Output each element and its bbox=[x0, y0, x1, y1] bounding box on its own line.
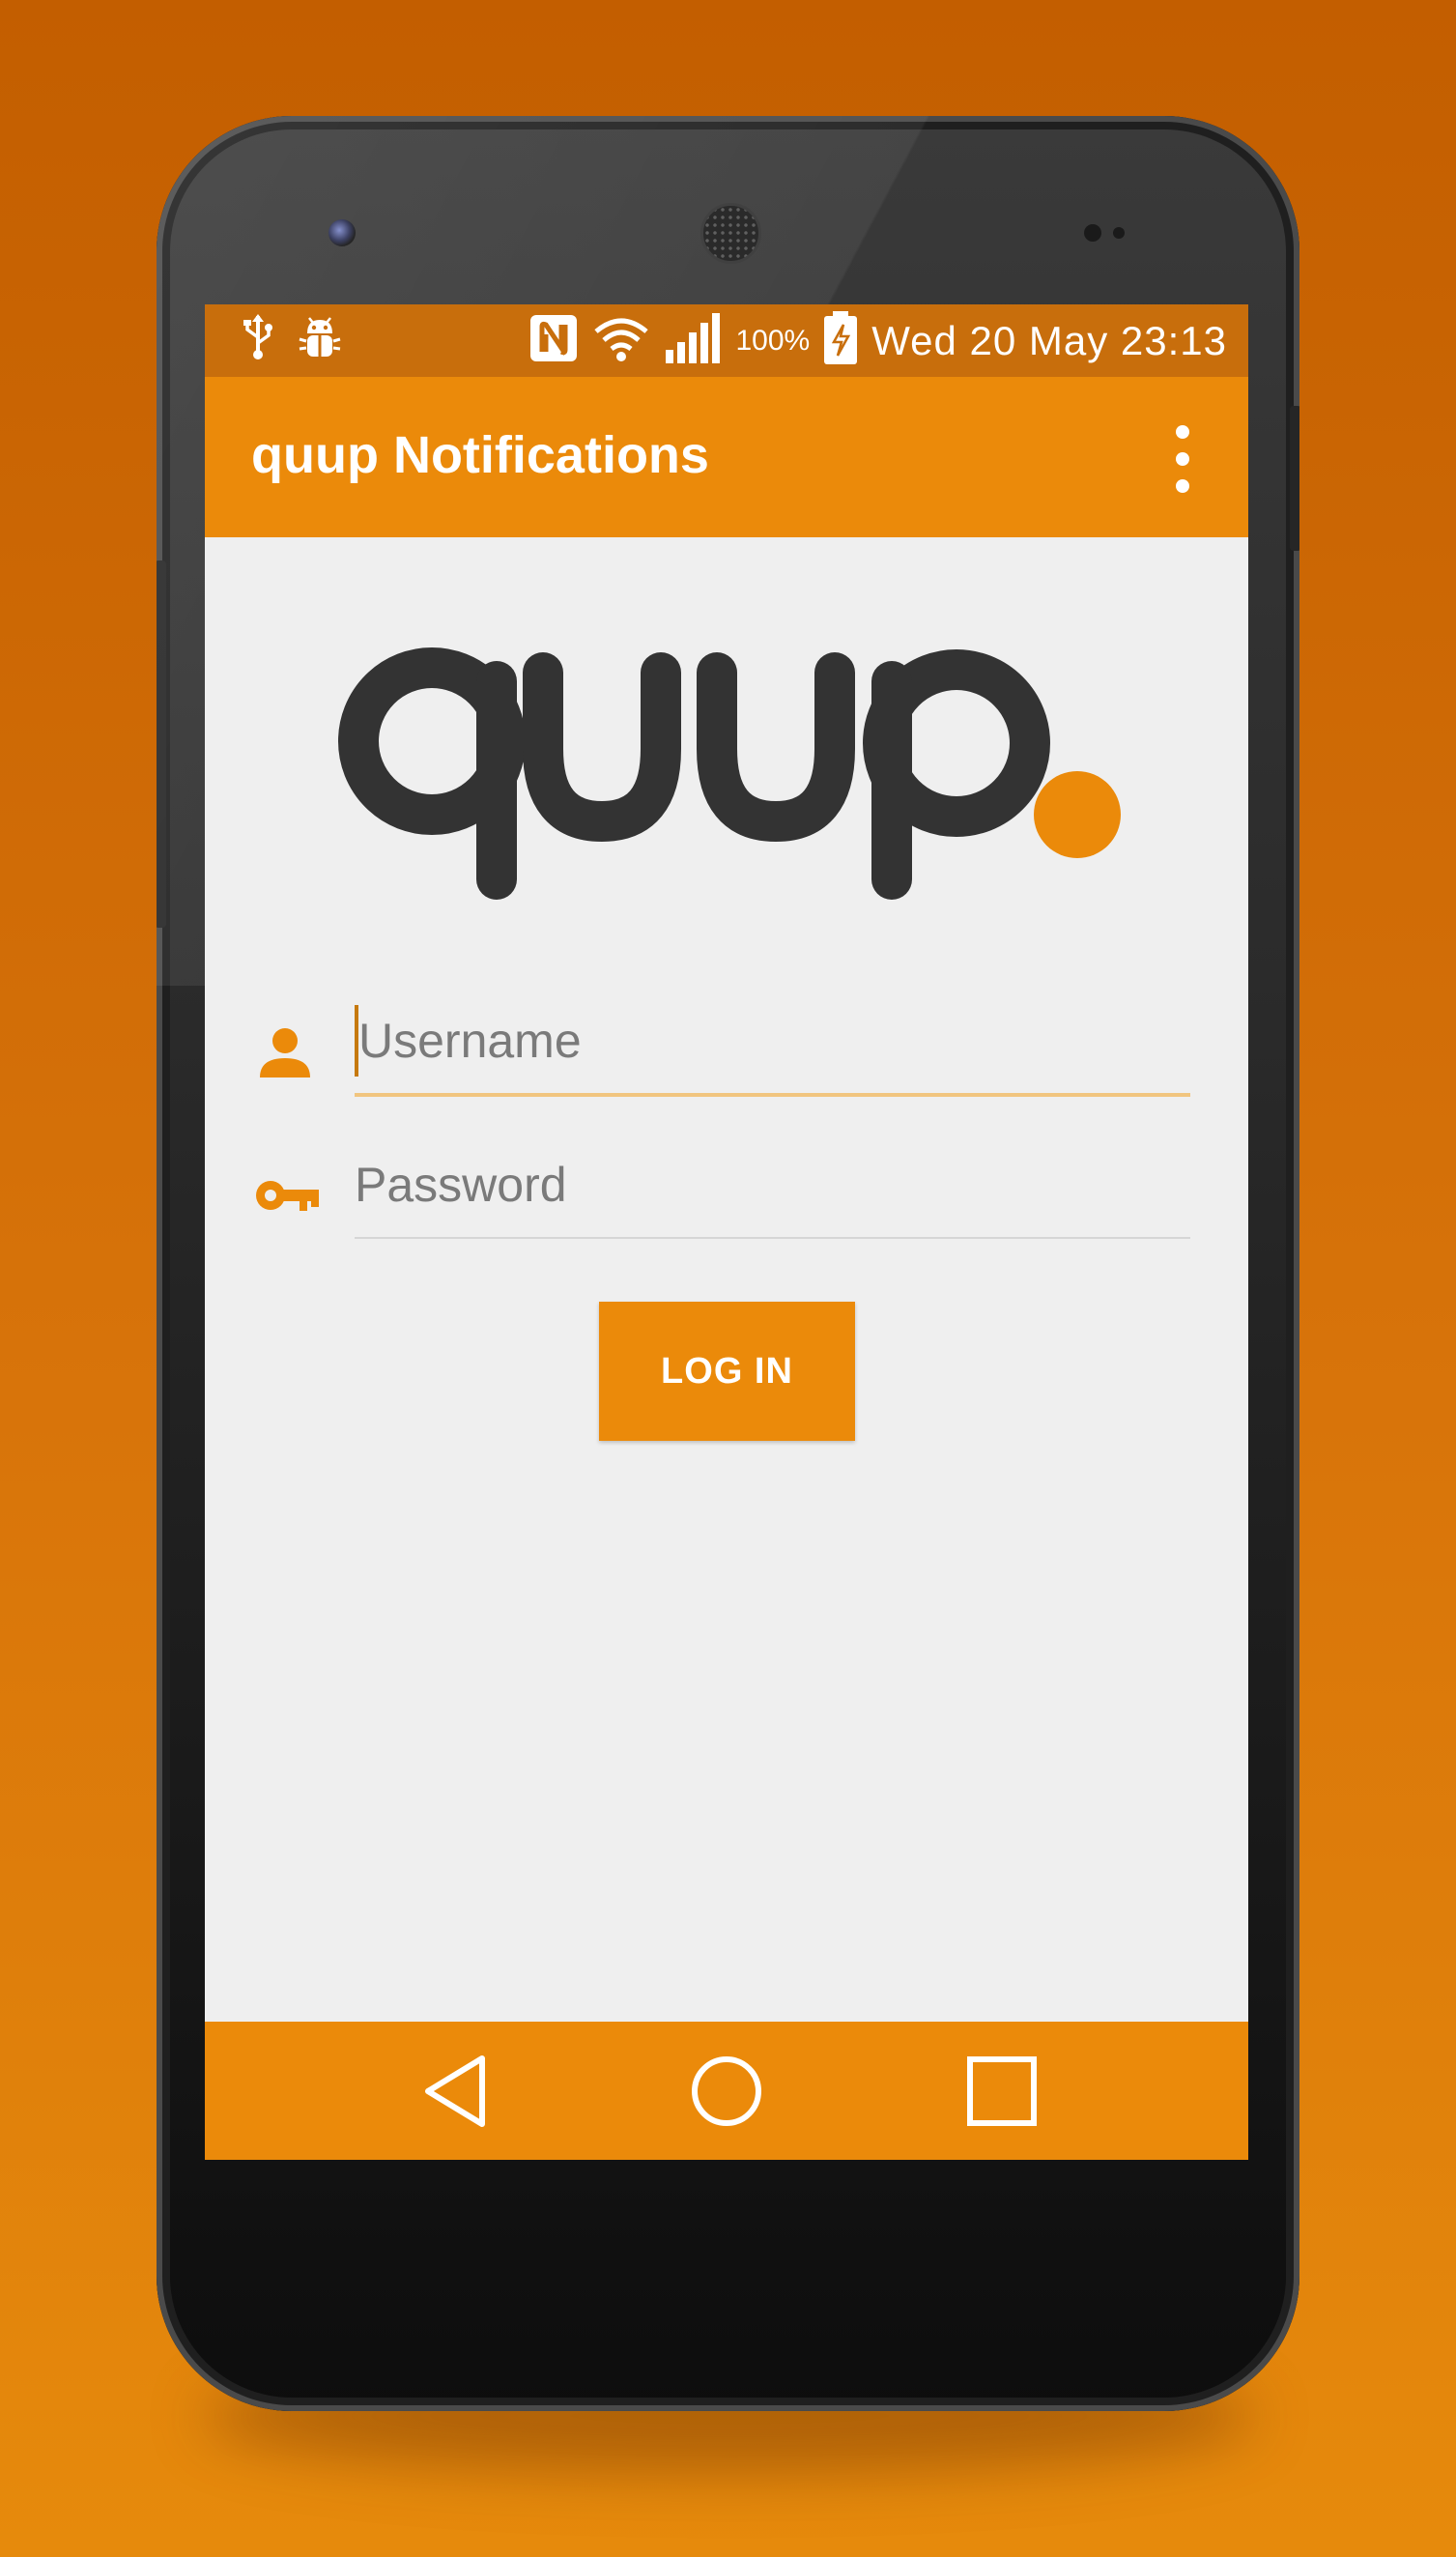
key-icon bbox=[253, 1176, 321, 1220]
person-icon bbox=[258, 1025, 312, 1084]
login-button[interactable]: LOG IN bbox=[599, 1302, 855, 1441]
recents-icon[interactable] bbox=[963, 2053, 1041, 2130]
screen: 100% Wed 20 May 23:13 quup Notifications bbox=[205, 304, 1248, 2160]
username-field[interactable]: Username bbox=[355, 997, 1190, 1084]
volume-button bbox=[157, 560, 166, 928]
wifi-icon bbox=[592, 314, 650, 367]
app-bar: quup Notifications bbox=[205, 377, 1248, 537]
battery-charging-icon bbox=[823, 311, 858, 370]
status-datetime: Wed 20 May 23:13 bbox=[871, 317, 1227, 363]
proximity-sensor bbox=[1084, 224, 1101, 242]
quup-logo-graphic bbox=[338, 647, 1121, 900]
back-icon[interactable] bbox=[417, 2053, 495, 2130]
battery-percent: 100% bbox=[735, 324, 811, 357]
nav-bar bbox=[205, 2022, 1248, 2160]
power-button bbox=[1290, 406, 1299, 551]
home-icon[interactable] bbox=[688, 2053, 765, 2130]
password-placeholder: Password bbox=[355, 1158, 567, 1212]
front-camera bbox=[328, 219, 356, 246]
password-underline bbox=[355, 1237, 1190, 1239]
earpiece-speaker bbox=[700, 203, 761, 264]
username-placeholder: Username bbox=[358, 1014, 582, 1068]
overflow-menu-icon[interactable] bbox=[1163, 425, 1202, 493]
quup-logo bbox=[338, 643, 1130, 928]
android-debug-icon bbox=[296, 314, 344, 365]
usb-icon bbox=[242, 314, 274, 365]
password-field[interactable]: Password bbox=[355, 1141, 1190, 1228]
app-title: quup Notifications bbox=[251, 426, 709, 484]
signal-icon bbox=[664, 313, 722, 368]
nfc-icon bbox=[528, 313, 579, 368]
light-sensor bbox=[1113, 227, 1125, 239]
status-bar: 100% Wed 20 May 23:13 bbox=[205, 304, 1248, 377]
username-underline bbox=[355, 1093, 1190, 1097]
